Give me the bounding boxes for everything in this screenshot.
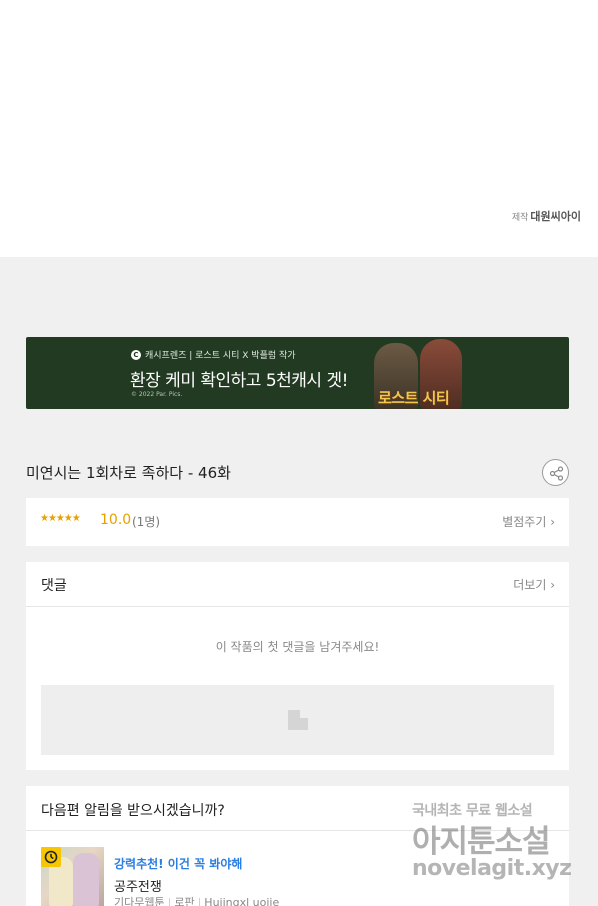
work-category: 기다무웹툰 [114, 896, 165, 906]
comments-title: 댓글 [41, 578, 67, 594]
credit-studio: 대원씨아이 [530, 210, 581, 223]
ad-banner[interactable]: C 캐시프렌즈 | 로스트 시티 X 박플럼 작가 환장 케미 확인하고 5천캐… [26, 337, 569, 409]
production-credit: 제작 대원씨아이 [512, 208, 581, 224]
work-genre: 로판 [174, 896, 195, 906]
recommended-work-meta: 기다무웹툰 | 로판 | Huiingxl uojie [114, 894, 279, 906]
banner-headline: 환장 케미 확인하고 5천캐시 겟! [130, 371, 348, 391]
wait-free-badge [41, 847, 61, 867]
promo-label[interactable]: 강력추천! 이건 꼭 봐야해 [114, 855, 242, 872]
recommended-work-title[interactable]: 공주전쟁 [114, 876, 162, 895]
movie-logo: 로스트 시티 [378, 389, 450, 407]
cash-logo-icon: C [131, 349, 141, 360]
rating-score: 10.0 [100, 512, 132, 528]
notify-title: 다음편 알림을 받으시겠습니까? [41, 803, 225, 819]
comments-empty-message: 이 작품의 첫 댓글을 남겨주세요! [215, 640, 380, 654]
banner-copyright: © 2022 Par. Pics. [131, 391, 183, 398]
comment-input-area[interactable] [41, 685, 554, 755]
work-author: Huiingxl uojie [204, 896, 280, 906]
star-rating-icons: ★★★★★ [40, 513, 81, 524]
meta-divider: | [167, 896, 172, 906]
character-image [73, 853, 99, 906]
banner-brand-text: 캐시프렌즈 | 로스트 시티 X 박플럼 작가 [145, 351, 296, 361]
placeholder-icon [288, 710, 308, 730]
share-button[interactable] [542, 459, 569, 486]
comments-panel: 댓글 더보기 › 이 작품의 첫 댓글을 남겨주세요! [26, 562, 569, 770]
clock-icon [44, 850, 58, 864]
rate-button[interactable]: 별점주기 › [502, 513, 555, 530]
content-area [0, 0, 598, 257]
rating-count: (1명) [132, 515, 161, 529]
credit-prefix: 제작 [511, 213, 529, 223]
share-icon [549, 466, 564, 481]
next-episode-notify-panel: 다음편 알림을 받으시겠습니까? 강력추천! 이건 꼭 봐야해 공주전쟁 기다무… [26, 786, 569, 906]
meta-divider: | [197, 896, 202, 906]
notify-header: 다음편 알림을 받으시겠습니까? [26, 786, 569, 831]
episode-title: 미연시는 1회차로 족하다 - 46화 [26, 464, 231, 482]
comments-more-link[interactable]: 더보기 › [513, 576, 555, 593]
comments-header: 댓글 더보기 › [26, 562, 569, 607]
banner-brand: C 캐시프렌즈 | 로스트 시티 X 박플럼 작가 [131, 348, 296, 361]
rating-panel: ★★★★★ 10.0 (1명) 별점주기 › [26, 498, 569, 546]
